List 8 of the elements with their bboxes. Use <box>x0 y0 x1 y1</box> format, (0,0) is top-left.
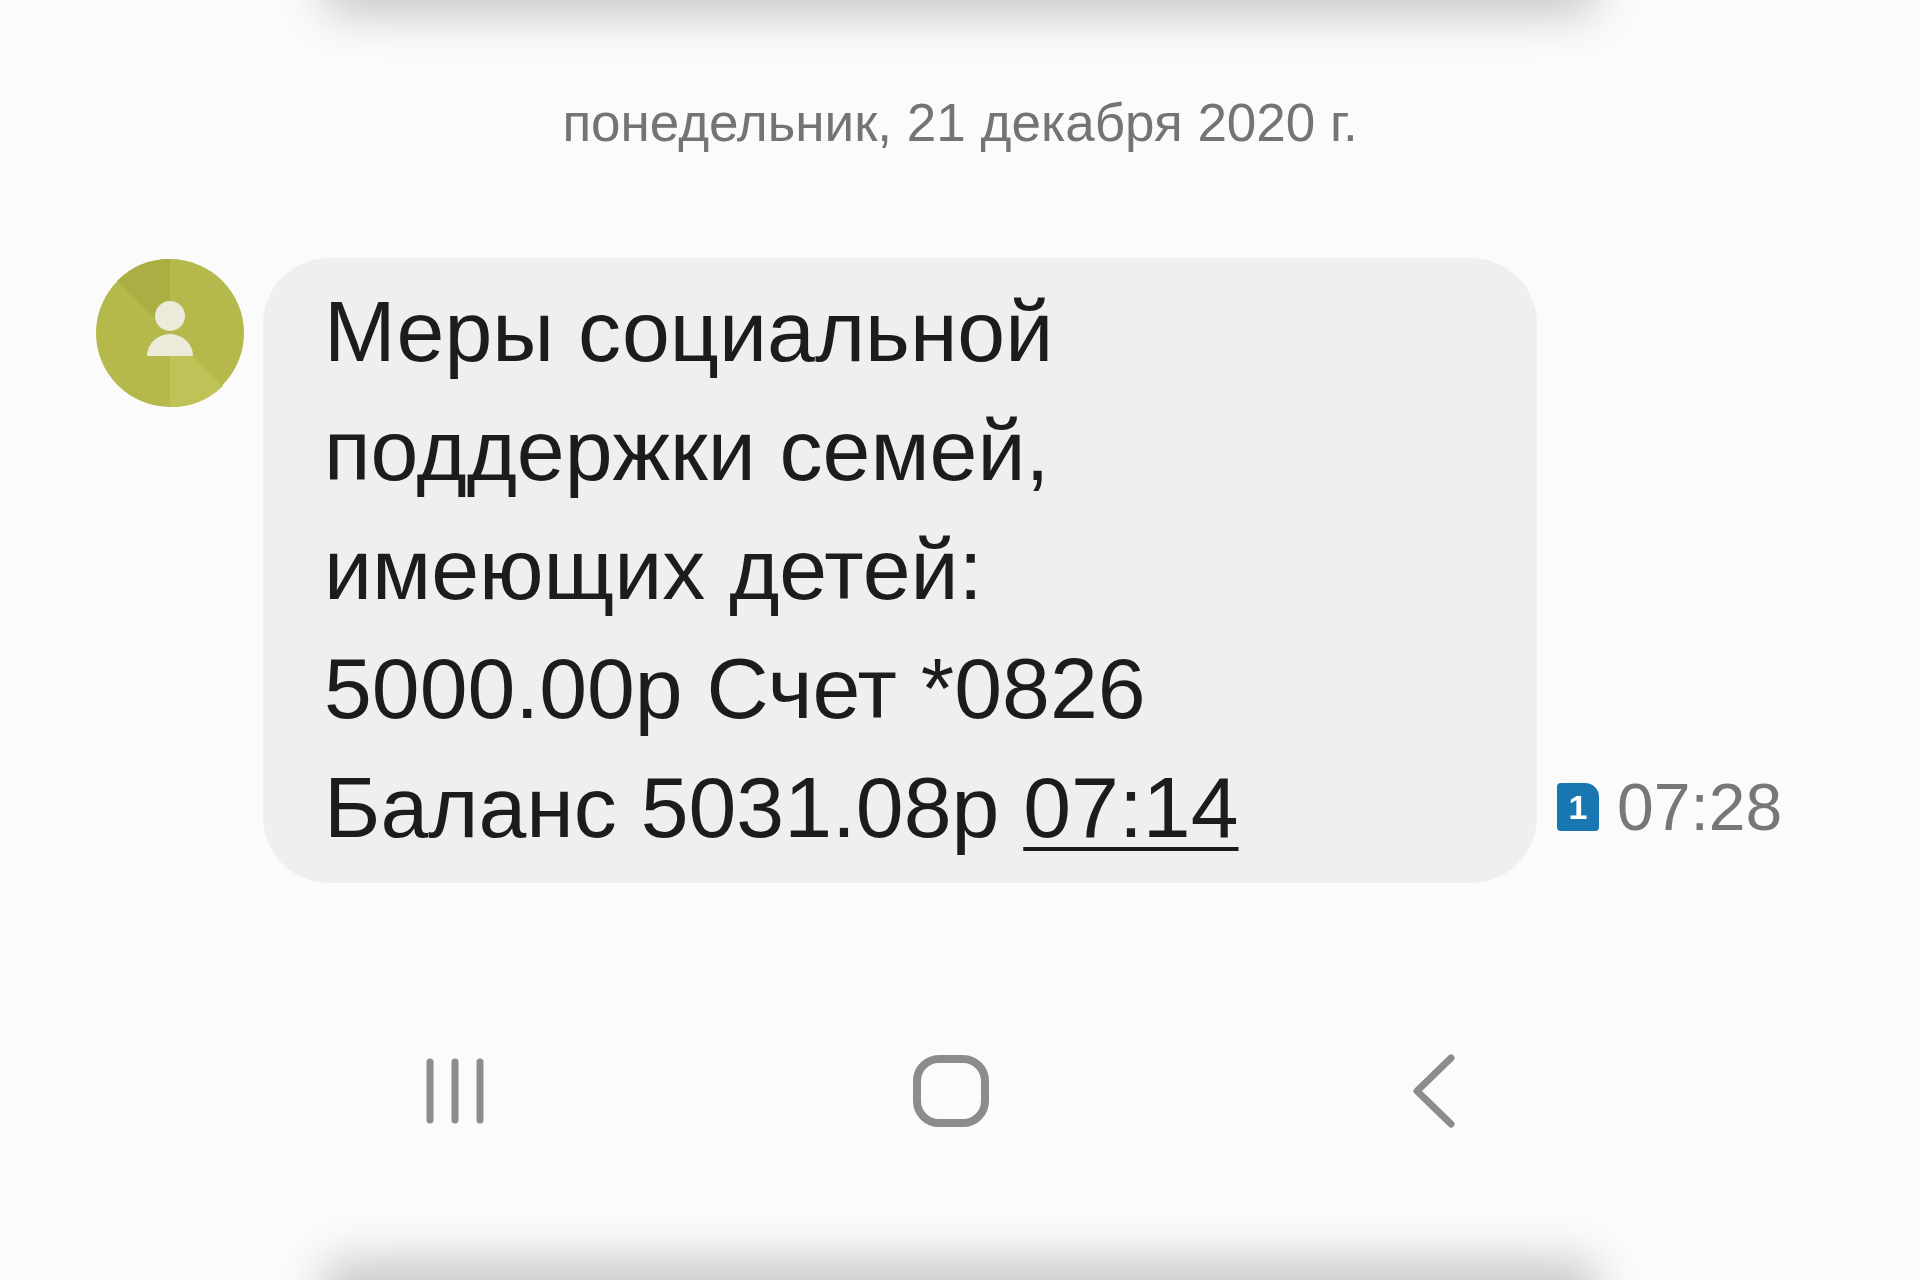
message-text: Меры социальной поддержки семей, имеющих детей: 5000.00р Счет *0826 Баланс 5031.08р 07:14 <box>324 282 1240 857</box>
time-link[interactable]: 07:14 <box>1023 759 1239 855</box>
avatar-icon <box>95 258 245 408</box>
sim-badge: 1 <box>1557 783 1599 831</box>
home-icon[interactable] <box>911 1054 990 1128</box>
back-icon[interactable] <box>1411 1053 1457 1129</box>
date-header: понедельник, 21 декабря 2020 г. <box>561 92 1359 153</box>
message-time: 07:28 <box>1617 769 1783 845</box>
